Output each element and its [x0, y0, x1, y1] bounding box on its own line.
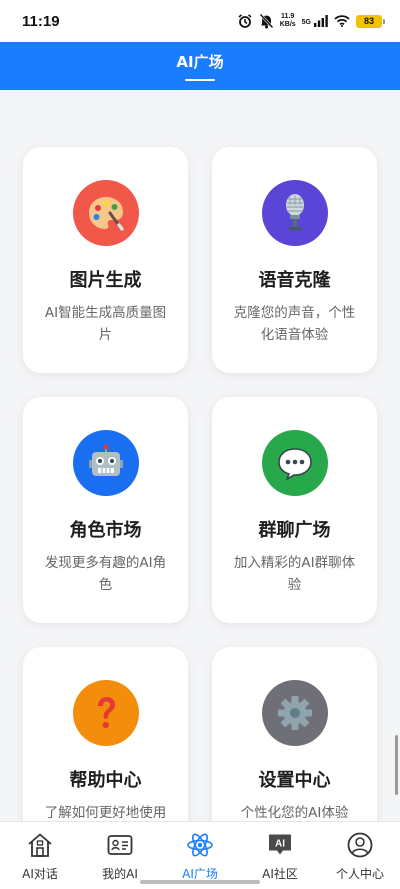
mute-bell-icon — [258, 13, 274, 29]
card-description: 加入精彩的AI群聊体验 — [233, 555, 356, 593]
svg-text:AI: AI — [275, 839, 285, 850]
card-group-chat[interactable]: 群聊广场 加入精彩的AI群聊体验 — [212, 397, 377, 623]
microphone-icon — [261, 180, 328, 246]
wifi-icon — [334, 15, 350, 27]
nav-item-ai-chat[interactable]: AI对话 — [0, 822, 80, 889]
nav-item-my-ai[interactable]: 我的AI — [80, 822, 160, 889]
palette-icon — [72, 180, 139, 246]
card-title: 设置中心 — [258, 770, 331, 791]
nav-label: 我的AI — [102, 867, 138, 881]
card-description: 个性化您的AI体验 — [240, 805, 349, 821]
app-header: AI广场 — [0, 42, 400, 90]
bottom-nav: AI对话 我的AI AI广场 AI AI社区 个人中心 — [0, 821, 400, 889]
status-bar: 11:19 11.9 KB/s 5G 83 — [0, 0, 400, 42]
card-character-market[interactable]: 角色市场 发现更多有趣的AI角色 — [23, 397, 188, 623]
house-icon — [26, 832, 54, 862]
card-title: 语音克隆 — [258, 270, 331, 291]
ai-chat-icon: AI — [266, 832, 294, 862]
gear-icon — [261, 680, 328, 746]
id-card-icon — [106, 832, 134, 862]
question-mark-icon — [72, 680, 139, 746]
signal-icon — [314, 15, 328, 27]
page-title: AI广场 — [176, 53, 224, 71]
card-title: 角色市场 — [69, 520, 142, 541]
status-icons: 11.9 KB/s 5G 83 — [237, 13, 385, 29]
home-indicator[interactable] — [140, 880, 260, 884]
nav-label: 个人中心 — [335, 867, 384, 881]
network-type: 5G — [301, 19, 311, 26]
card-description: 克隆您的声音，个性化语音体验 — [233, 305, 356, 343]
card-settings-center[interactable]: 设置中心 个性化您的AI体验 — [212, 647, 377, 821]
card-voice-clone[interactable]: 语音克隆 克隆您的声音，个性化语音体验 — [212, 147, 377, 373]
status-time: 11:19 — [22, 12, 60, 30]
robot-icon — [72, 430, 139, 496]
speech-bubble-icon — [261, 430, 328, 496]
user-circle-icon — [346, 832, 374, 862]
card-description: 发现更多有趣的AI角色 — [44, 555, 167, 593]
nav-item-ai-square[interactable]: AI广场 — [160, 822, 240, 889]
net-speed: 11.9 KB/s — [279, 13, 296, 28]
nav-label: AI社区 — [262, 867, 298, 881]
card-image-generation[interactable]: 图片生成 AI智能生成高质量图片 — [23, 147, 188, 373]
scrollbar-thumb[interactable] — [395, 735, 398, 795]
atom-icon — [186, 832, 214, 862]
card-title: 帮助中心 — [69, 770, 142, 791]
battery-indicator: 83 — [356, 14, 385, 28]
nav-label: AI对话 — [22, 867, 58, 881]
alarm-icon — [237, 13, 253, 29]
card-title: 图片生成 — [69, 270, 142, 291]
title-underline — [185, 79, 215, 81]
feature-grid: 图片生成 AI智能生成高质量图片 语音克隆 克隆您的声音，个性化语音体验 角色市… — [0, 90, 400, 821]
nav-item-profile[interactable]: 个人中心 — [320, 822, 400, 889]
card-description: 了解如何更好地使用 — [44, 805, 167, 821]
nav-item-ai-community[interactable]: AI AI社区 — [240, 822, 320, 889]
card-help-center[interactable]: 帮助中心 了解如何更好地使用 — [23, 647, 188, 821]
card-title: 群聊广场 — [258, 520, 331, 541]
card-description: AI智能生成高质量图片 — [44, 305, 167, 343]
